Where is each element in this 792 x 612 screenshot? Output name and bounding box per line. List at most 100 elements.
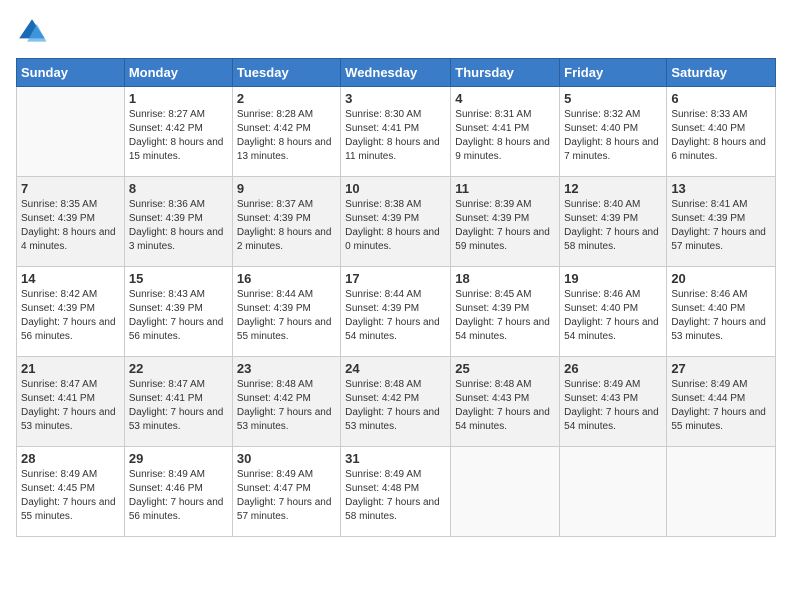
logo-icon xyxy=(16,16,48,48)
weekday-header-tuesday: Tuesday xyxy=(232,59,340,87)
cell-content: Sunrise: 8:45 AMSunset: 4:39 PMDaylight:… xyxy=(455,288,555,344)
calendar-cell: 23 Sunrise: 8:48 AMSunset: 4:42 PMDayligh… xyxy=(232,357,340,447)
day-number: 31 xyxy=(345,451,446,466)
day-number: 9 xyxy=(237,181,336,196)
cell-content: Sunrise: 8:27 AMSunset: 4:42 PMDaylight:… xyxy=(129,108,228,164)
cell-content: Sunrise: 8:49 AMSunset: 4:48 PMDaylight:… xyxy=(345,468,446,524)
calendar-cell: 12 Sunrise: 8:40 AMSunset: 4:39 PMDayligh… xyxy=(560,177,667,267)
cell-content: Sunrise: 8:47 AMSunset: 4:41 PMDaylight:… xyxy=(21,378,120,434)
day-number: 21 xyxy=(21,361,120,376)
cell-content: Sunrise: 8:46 AMSunset: 4:40 PMDaylight:… xyxy=(671,288,771,344)
cell-content: Sunrise: 8:49 AMSunset: 4:45 PMDaylight:… xyxy=(21,468,120,524)
day-number: 3 xyxy=(345,91,446,106)
weekday-header-friday: Friday xyxy=(560,59,667,87)
calendar-cell: 27 Sunrise: 8:49 AMSunset: 4:44 PMDayligh… xyxy=(667,357,776,447)
cell-content: Sunrise: 8:32 AMSunset: 4:40 PMDaylight:… xyxy=(564,108,662,164)
day-number: 5 xyxy=(564,91,662,106)
cell-content: Sunrise: 8:38 AMSunset: 4:39 PMDaylight:… xyxy=(345,198,446,254)
calendar-cell xyxy=(667,447,776,537)
calendar-cell: 9 Sunrise: 8:37 AMSunset: 4:39 PMDaylight… xyxy=(232,177,340,267)
day-number: 25 xyxy=(455,361,555,376)
calendar-cell: 25 Sunrise: 8:48 AMSunset: 4:43 PMDayligh… xyxy=(451,357,560,447)
day-number: 29 xyxy=(129,451,228,466)
day-number: 15 xyxy=(129,271,228,286)
cell-content: Sunrise: 8:48 AMSunset: 4:42 PMDaylight:… xyxy=(345,378,446,434)
calendar-week-row: 14 Sunrise: 8:42 AMSunset: 4:39 PMDayligh… xyxy=(17,267,776,357)
cell-content: Sunrise: 8:46 AMSunset: 4:40 PMDaylight:… xyxy=(564,288,662,344)
day-number: 4 xyxy=(455,91,555,106)
day-number: 30 xyxy=(237,451,336,466)
calendar-cell: 19 Sunrise: 8:46 AMSunset: 4:40 PMDayligh… xyxy=(560,267,667,357)
cell-content: Sunrise: 8:47 AMSunset: 4:41 PMDaylight:… xyxy=(129,378,228,434)
logo xyxy=(16,16,52,48)
cell-content: Sunrise: 8:49 AMSunset: 4:44 PMDaylight:… xyxy=(671,378,771,434)
calendar-cell: 20Sunrise: 8:46 AMSunset: 4:40 PMDayligh… xyxy=(667,267,776,357)
calendar-cell: 22 Sunrise: 8:47 AMSunset: 4:41 PMDayligh… xyxy=(124,357,232,447)
calendar-cell: 18 Sunrise: 8:45 AMSunset: 4:39 PMDayligh… xyxy=(451,267,560,357)
day-number: 28 xyxy=(21,451,120,466)
cell-content: Sunrise: 8:33 AMSunset: 4:40 PMDaylight:… xyxy=(671,108,771,164)
cell-content: Sunrise: 8:37 AMSunset: 4:39 PMDaylight:… xyxy=(237,198,336,254)
cell-content: Sunrise: 8:31 AMSunset: 4:41 PMDaylight:… xyxy=(455,108,555,164)
day-number: 6 xyxy=(671,91,771,106)
weekday-header-thursday: Thursday xyxy=(451,59,560,87)
weekday-header-sunday: Sunday xyxy=(17,59,125,87)
calendar-cell xyxy=(451,447,560,537)
cell-content: Sunrise: 8:43 AMSunset: 4:39 PMDaylight:… xyxy=(129,288,228,344)
calendar-cell: 26Sunrise: 8:49 AMSunset: 4:43 PMDayligh… xyxy=(560,357,667,447)
day-number: 27 xyxy=(671,361,771,376)
calendar-week-row: 7Sunrise: 8:35 AMSunset: 4:39 PMDaylight… xyxy=(17,177,776,267)
calendar-cell: 2 Sunrise: 8:28 AMSunset: 4:42 PMDaylight… xyxy=(232,87,340,177)
day-number: 19 xyxy=(564,271,662,286)
calendar-cell: 11 Sunrise: 8:39 AMSunset: 4:39 PMDayligh… xyxy=(451,177,560,267)
calendar-cell: 1 Sunrise: 8:27 AMSunset: 4:42 PMDaylight… xyxy=(124,87,232,177)
calendar-week-row: 21 Sunrise: 8:47 AMSunset: 4:41 PMDayligh… xyxy=(17,357,776,447)
cell-content: Sunrise: 8:48 AMSunset: 4:43 PMDaylight:… xyxy=(455,378,555,434)
cell-content: Sunrise: 8:40 AMSunset: 4:39 PMDaylight:… xyxy=(564,198,662,254)
day-number: 22 xyxy=(129,361,228,376)
calendar-cell: 10 Sunrise: 8:38 AMSunset: 4:39 PMDayligh… xyxy=(341,177,451,267)
cell-content: Sunrise: 8:42 AMSunset: 4:39 PMDaylight:… xyxy=(21,288,120,344)
day-number: 8 xyxy=(129,181,228,196)
day-number: 1 xyxy=(129,91,228,106)
day-number: 23 xyxy=(237,361,336,376)
cell-content: Sunrise: 8:44 AMSunset: 4:39 PMDaylight:… xyxy=(237,288,336,344)
day-number: 17 xyxy=(345,271,446,286)
calendar-cell: 13 Sunrise: 8:41 AMSunset: 4:39 PMDayligh… xyxy=(667,177,776,267)
day-number: 24 xyxy=(345,361,446,376)
cell-content: Sunrise: 8:28 AMSunset: 4:42 PMDaylight:… xyxy=(237,108,336,164)
calendar-cell: 6 Sunrise: 8:33 AMSunset: 4:40 PMDaylight… xyxy=(667,87,776,177)
calendar-cell: 8Sunrise: 8:36 AMSunset: 4:39 PMDaylight… xyxy=(124,177,232,267)
calendar-cell: 4 Sunrise: 8:31 AMSunset: 4:41 PMDaylight… xyxy=(451,87,560,177)
day-number: 26 xyxy=(564,361,662,376)
calendar-cell: 7Sunrise: 8:35 AMSunset: 4:39 PMDaylight… xyxy=(17,177,125,267)
cell-content: Sunrise: 8:41 AMSunset: 4:39 PMDaylight:… xyxy=(671,198,771,254)
calendar-cell xyxy=(17,87,125,177)
weekday-header-wednesday: Wednesday xyxy=(341,59,451,87)
day-number: 10 xyxy=(345,181,446,196)
calendar-cell: 21 Sunrise: 8:47 AMSunset: 4:41 PMDayligh… xyxy=(17,357,125,447)
weekday-header-monday: Monday xyxy=(124,59,232,87)
calendar-cell: 17 Sunrise: 8:44 AMSunset: 4:39 PMDayligh… xyxy=(341,267,451,357)
cell-content: Sunrise: 8:39 AMSunset: 4:39 PMDaylight:… xyxy=(455,198,555,254)
calendar-week-row: 1 Sunrise: 8:27 AMSunset: 4:42 PMDaylight… xyxy=(17,87,776,177)
day-number: 2 xyxy=(237,91,336,106)
day-number: 7 xyxy=(21,181,120,196)
cell-content: Sunrise: 8:48 AMSunset: 4:42 PMDaylight:… xyxy=(237,378,336,434)
day-number: 12 xyxy=(564,181,662,196)
day-number: 13 xyxy=(671,181,771,196)
cell-content: Sunrise: 8:44 AMSunset: 4:39 PMDaylight:… xyxy=(345,288,446,344)
calendar-cell: 5 Sunrise: 8:32 AMSunset: 4:40 PMDaylight… xyxy=(560,87,667,177)
calendar-cell xyxy=(560,447,667,537)
calendar-cell: 29Sunrise: 8:49 AMSunset: 4:46 PMDayligh… xyxy=(124,447,232,537)
calendar-cell: 28 Sunrise: 8:49 AMSunset: 4:45 PMDayligh… xyxy=(17,447,125,537)
day-number: 11 xyxy=(455,181,555,196)
calendar-cell: 24 Sunrise: 8:48 AMSunset: 4:42 PMDayligh… xyxy=(341,357,451,447)
day-number: 14 xyxy=(21,271,120,286)
cell-content: Sunrise: 8:49 AMSunset: 4:47 PMDaylight:… xyxy=(237,468,336,524)
day-number: 16 xyxy=(237,271,336,286)
day-number: 18 xyxy=(455,271,555,286)
calendar-table: SundayMondayTuesdayWednesdayThursdayFrid… xyxy=(16,58,776,537)
calendar-week-row: 28 Sunrise: 8:49 AMSunset: 4:45 PMDayligh… xyxy=(17,447,776,537)
calendar-cell: 15 Sunrise: 8:43 AMSunset: 4:39 PMDayligh… xyxy=(124,267,232,357)
